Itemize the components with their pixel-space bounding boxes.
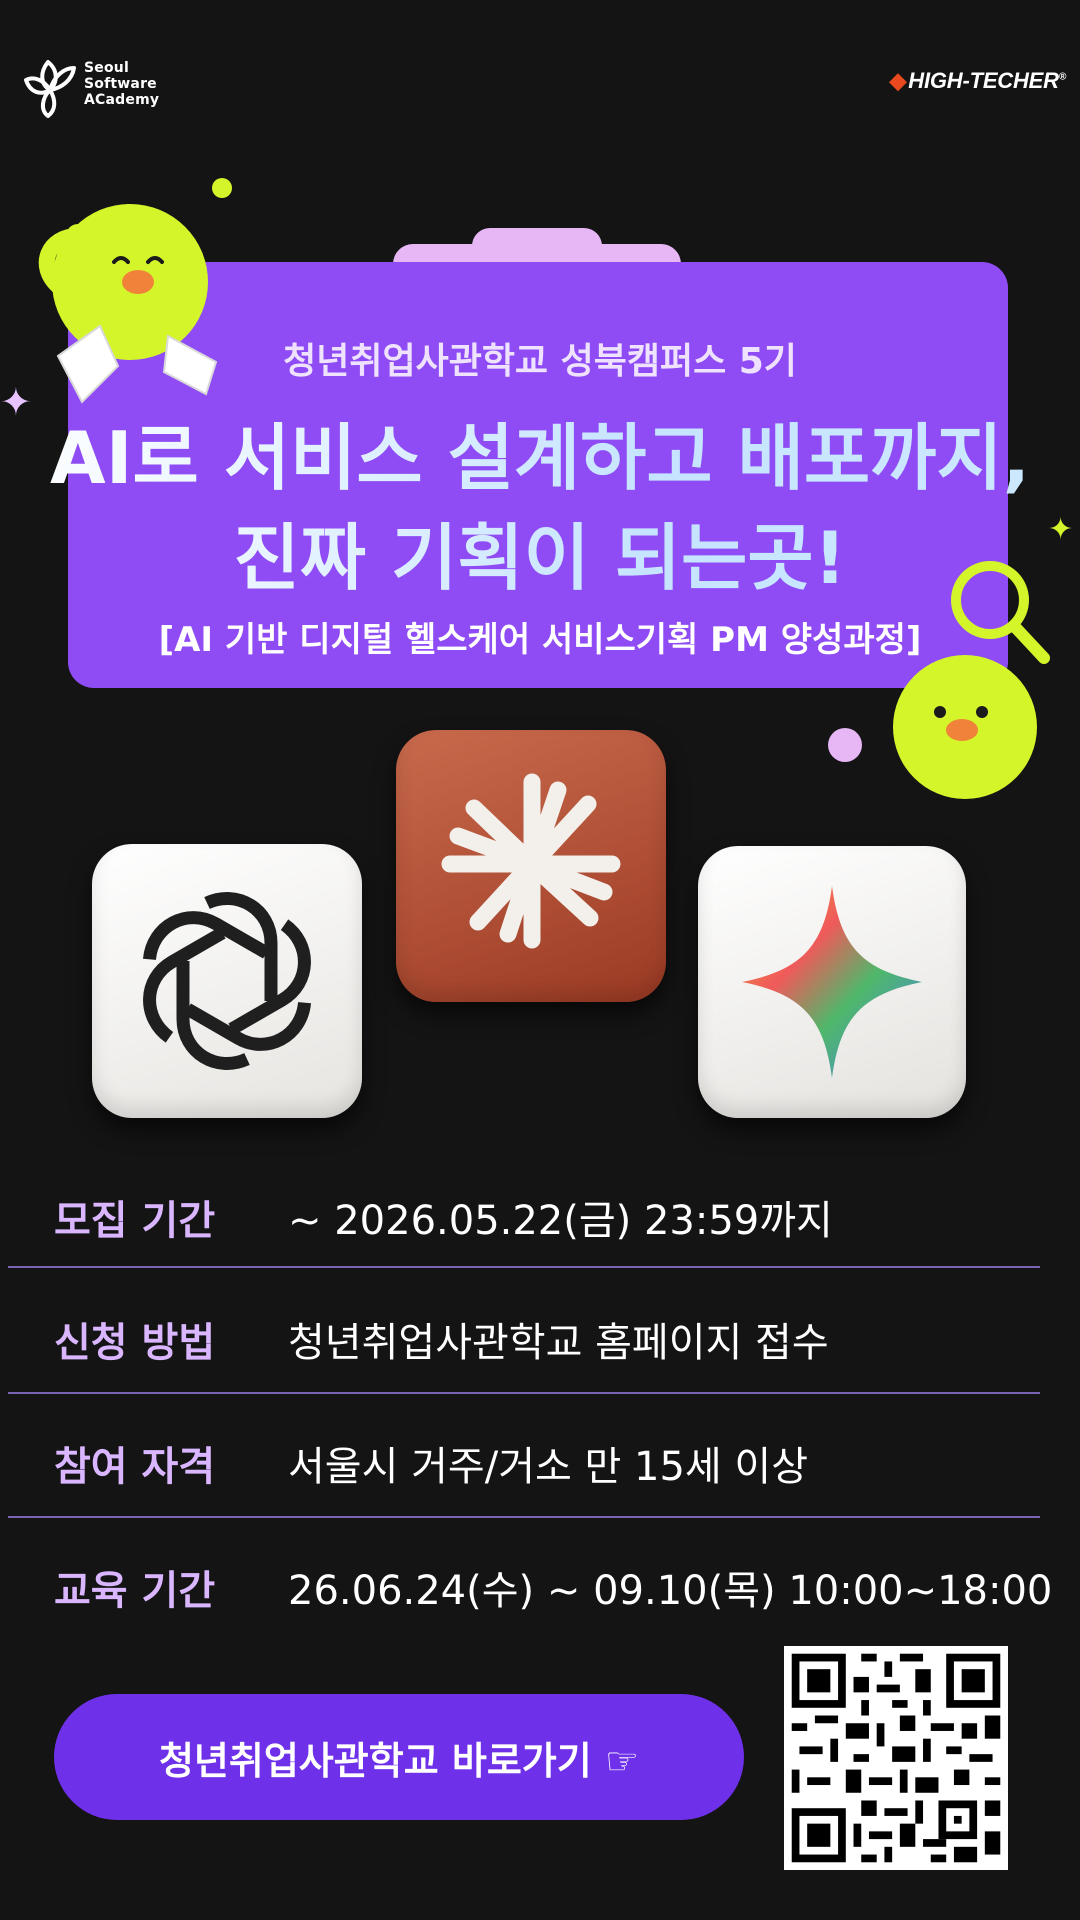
gemini-app-tile [698,846,966,1118]
ssa-logo-line: ACademy [84,92,160,108]
hightecher-mark-icon: ◆ [889,68,907,93]
divider [8,1516,1040,1518]
ssa-logo-line: Software [84,76,157,92]
claude-app-tile [396,730,666,1002]
openai-app-tile [92,844,362,1118]
info-value: 서울시 거주/거소 만 15세 이상 [288,1444,809,1490]
divider [8,1266,1040,1268]
gemini-icon [742,886,922,1078]
ssa-logo-text: Seoul Software ACademy [84,60,159,108]
ssa-logo-line: Seoul [84,60,129,76]
openai-icon [92,892,362,1118]
info-label: 신청 방법 [54,1320,216,1366]
hightecher-registered-mark: ® [1058,71,1066,83]
info-label: 교육 기간 [54,1568,216,1614]
hero-title-line: 진짜 기획이 되는곳! [233,516,847,600]
info-label: 참여 자격 [54,1444,216,1490]
hightecher-logo: ◆HIGH-TECHER® [889,68,1067,94]
magnifier-icon [951,561,1050,664]
qr-code-icon [784,1646,1008,1870]
lime-dot [212,178,232,198]
ssa-logo-icon [24,60,76,118]
hightecher-logo-text: HIGH-TECHER [908,68,1059,93]
info-value: 청년취업사관학교 홈페이지 접수 [288,1320,829,1366]
pink-dot [828,728,862,762]
hero-title-line: AI로 서비스 설계하고 배포까지, [50,416,1030,500]
info-value: 26.06.24(수) ~ 09.10(목) 10:00~18:00 [288,1568,1053,1614]
hero-title: AI로 서비스 설계하고 배포까지, 진짜 기획이 되는곳! [0,408,1080,608]
claude-icon [441,773,621,949]
qr-code[interactable] [784,1646,1008,1870]
info-label: 모집 기간 [54,1198,216,1244]
divider [8,1392,1040,1394]
lime-character-small-icon [893,655,1037,799]
hero-subtitle: 청년취업사관학교 성북캠퍼스 5기 [283,341,797,382]
go-to-academy-button[interactable]: 청년취업사관학교 바로가기 ☞ [54,1694,744,1820]
info-value: ~ 2026.05.22(금) 23:59까지 [288,1198,833,1244]
